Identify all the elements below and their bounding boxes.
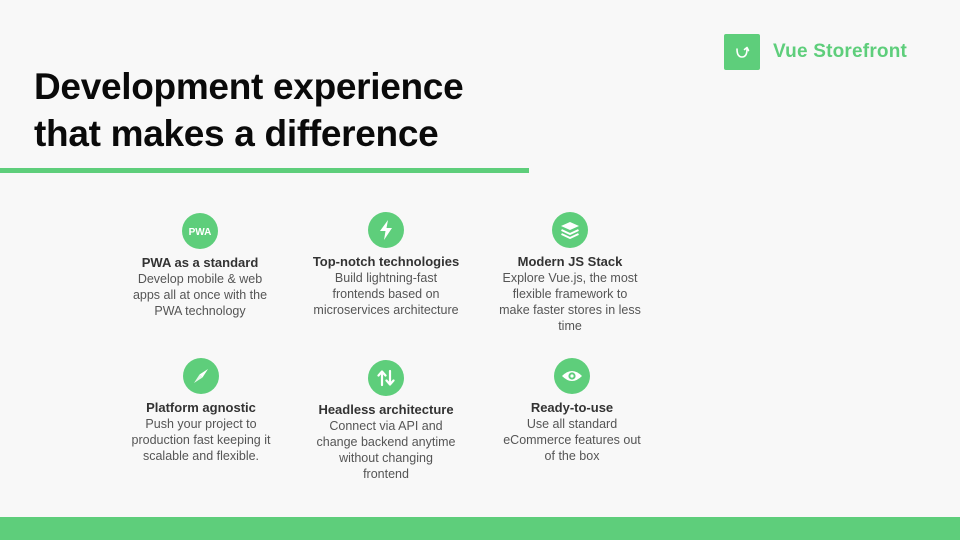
feature-description: Develop mobile & web apps all at once wi… (132, 272, 268, 318)
feature-description: Use all standard eCommerce features out … (503, 417, 641, 463)
feature-ready-to-use: Ready-to-use Use all standard eCommerce … (482, 358, 662, 464)
feature-title: Top-notch technologies (312, 254, 460, 269)
brand-logo: Vue Storefront (724, 34, 907, 70)
feature-headless: Headless architecture Connect via API an… (296, 360, 476, 482)
page-title-line-2: that makes a difference (34, 113, 439, 154)
feature-title: Ready-to-use (530, 400, 614, 415)
feature-title: PWA as a standard (141, 255, 259, 270)
feature-platform-agnostic: Platform agnostic Push your project to p… (111, 358, 291, 464)
pwa-icon: PWA (182, 213, 218, 249)
feature-title: Modern JS Stack (517, 254, 623, 269)
eye-icon (554, 358, 590, 394)
feature-title: Headless architecture (318, 402, 454, 417)
svg-text:PWA: PWA (189, 227, 212, 238)
feature-description: Explore Vue.js, the most flexible framew… (499, 271, 641, 333)
feature-pwa: PWA PWA as a standard Develop mobile & w… (110, 213, 290, 319)
lightning-bolt-icon (368, 212, 404, 248)
feature-description: Build lightning-fast frontends based on … (313, 271, 459, 317)
feature-title: Platform agnostic (146, 400, 256, 415)
stack-layers-icon (552, 212, 588, 248)
page-title: Development experience that makes a diff… (34, 63, 464, 157)
page-title-line-1: Development experience (34, 66, 464, 107)
feature-description: Connect via API and change backend anyti… (316, 419, 456, 481)
footer-bar (0, 517, 960, 540)
shopping-bag-icon (724, 34, 760, 70)
swap-arrows-icon (368, 360, 404, 396)
title-underline (0, 168, 529, 173)
feature-technologies: Top-notch technologies Build lightning-f… (296, 212, 476, 318)
feature-description: Push your project to production fast kee… (131, 417, 271, 463)
brand-name: Vue Storefront (773, 41, 908, 62)
feature-js-stack: Modern JS Stack Explore Vue.js, the most… (480, 212, 660, 334)
compass-icon (183, 358, 219, 394)
